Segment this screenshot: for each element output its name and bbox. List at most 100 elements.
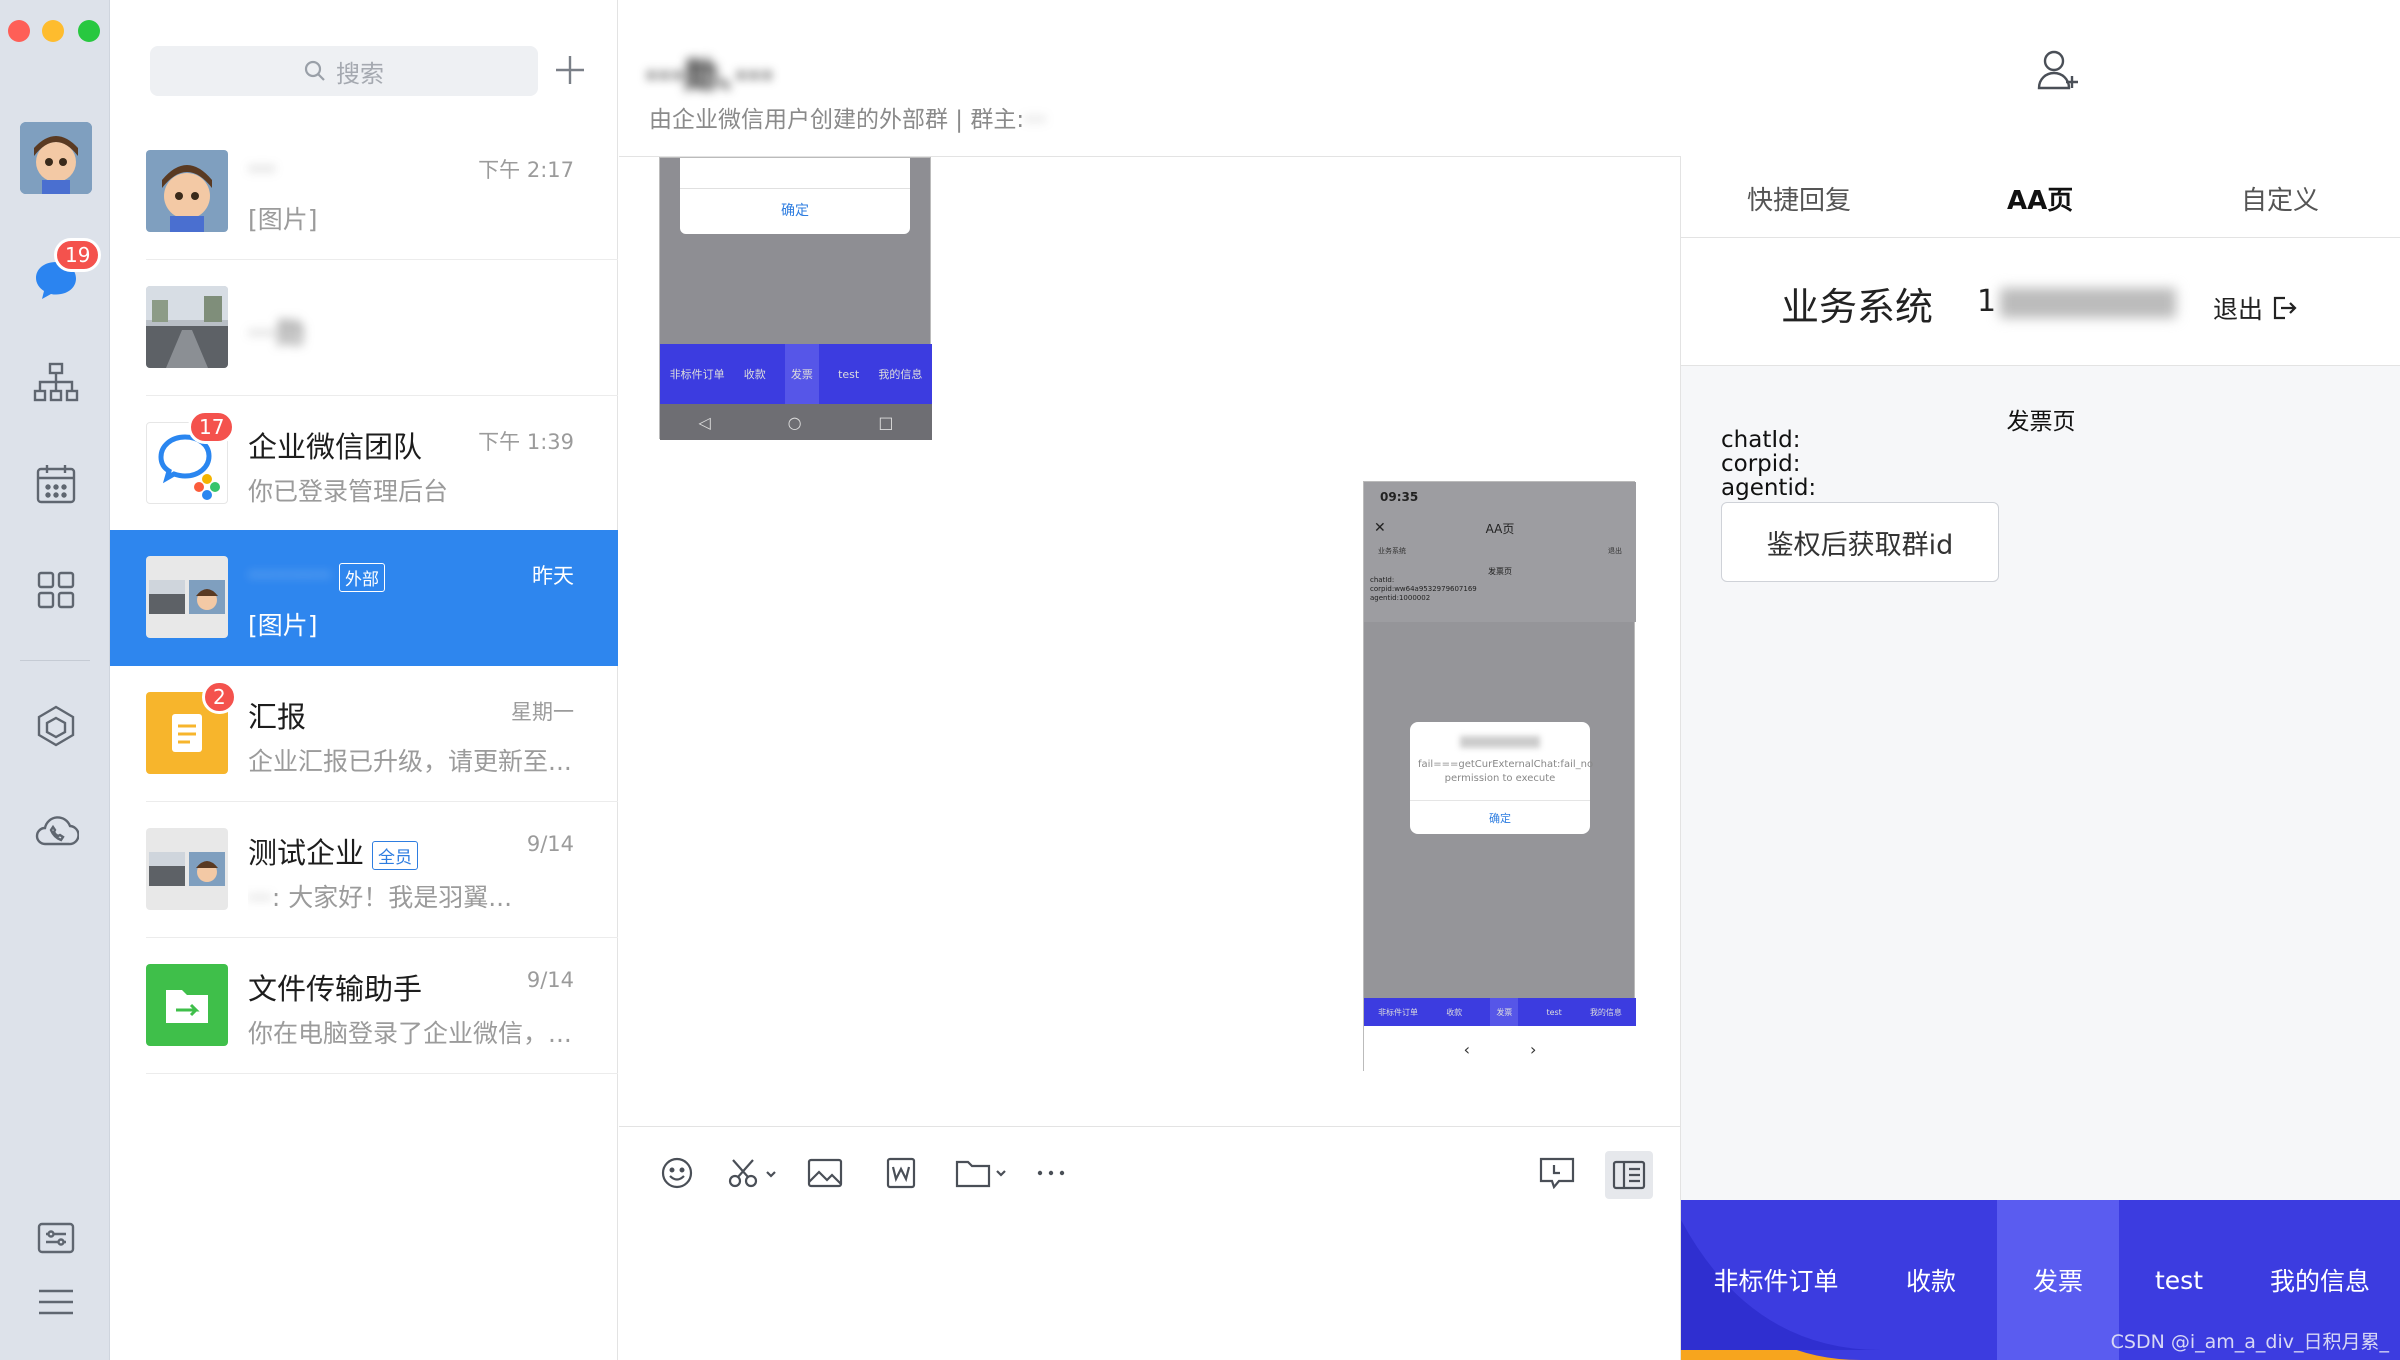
all-members-tag: 全员 [372, 840, 419, 870]
org-chart-icon[interactable] [32, 358, 80, 406]
dialog-box: 确定 [680, 158, 910, 234]
plus-icon [556, 56, 584, 84]
message-pane: 确定 非标件订单 收款 发票 test 我的信息 ◁ ○ □ 09:35 ✕ AA页 业务系… [619, 156, 1680, 1126]
browser-nav: ‹ › [1364, 1026, 1636, 1072]
search-icon [304, 60, 325, 81]
unread-badge: 2 [202, 680, 237, 714]
chat-history-button[interactable] [1535, 1151, 1579, 1195]
maximize-window-button[interactable] [78, 20, 100, 42]
system-name: 业务系统 [1781, 285, 1934, 329]
corpid-label: corpid: [1721, 451, 1801, 477]
apps-icon[interactable] [32, 566, 80, 614]
chat-row[interactable]: ···勋 [110, 260, 618, 396]
sidebar-icon [1612, 1160, 1646, 1190]
tab-aa-page[interactable]: AA页 [2007, 180, 2073, 217]
add-member-button[interactable] [2036, 48, 2080, 92]
chat-row[interactable]: ··· 下午 2:17 [图片] [110, 124, 618, 260]
panel-header: 业务系统 1 退出 [1681, 238, 2400, 366]
cloud-phone-icon[interactable] [32, 806, 80, 854]
folder-icon [955, 1160, 1006, 1188]
file-transfer-avatar [146, 964, 228, 1046]
left-rail: 19 [0, 0, 110, 1360]
rail-divider [20, 660, 90, 661]
chat-name: 汇报 [248, 700, 307, 734]
chat-name: 企业微信团队 [248, 430, 423, 464]
workbench-icon[interactable] [32, 702, 80, 750]
info-fields: chatId: corpid: agentid: [1721, 428, 1816, 500]
side-panel: 快捷回复 AA页 自定义 业务系统 1 退出 发票页 chatId: corpi… [1680, 156, 2400, 1360]
search-input[interactable]: 搜索 [150, 46, 538, 96]
chat-row-selected[interactable]: ········· 外部 昨天 [图片] [110, 530, 618, 666]
logout-icon [2273, 296, 2297, 320]
external-tag: 外部 [338, 562, 385, 592]
chat-time: 9/14 [526, 968, 574, 992]
chat-name: ···勋 [248, 316, 305, 350]
get-group-id-button[interactable]: 鉴权后获取群id [1721, 502, 1999, 582]
chat-row[interactable]: 测试企业 全员 9/14 ···: 大家好！我是羽翼... [110, 802, 618, 938]
more-icon [1037, 1170, 1065, 1176]
chatid-label: chatId: [1721, 427, 1801, 453]
image-message[interactable]: 确定 非标件订单 收款 发票 test 我的信息 ◁ ○ □ [659, 157, 932, 440]
chat-preview: 企业汇报已升级，请更新至... [248, 747, 572, 776]
profile-avatar[interactable] [20, 122, 92, 194]
menu-icon[interactable] [32, 1278, 80, 1326]
group-avatar [146, 556, 228, 638]
minimize-window-button[interactable] [42, 20, 64, 42]
emoji-button[interactable] [655, 1151, 699, 1195]
chat-time: 下午 2:17 [478, 158, 574, 182]
nav-item-invoice[interactable]: 发票 [1997, 1200, 2119, 1360]
screenshot-button[interactable] [725, 1151, 785, 1195]
nav-item-order[interactable]: 非标件订单 [1681, 1200, 1871, 1360]
chat-time: 下午 1:39 [478, 430, 574, 454]
phone-tabbar: 非标件订单 收款 发票 test 我的信息 [1364, 997, 1636, 1027]
close-window-button[interactable] [8, 20, 30, 42]
chat-row[interactable]: 文件传输助手 9/14 你在电脑登录了企业微信，... [110, 938, 618, 1074]
chat-preview: 你在电脑登录了企业微信，... [248, 1019, 572, 1048]
tab-custom[interactable]: 自定义 [2241, 180, 2319, 217]
chat-row[interactable]: 2 汇报 星期一 企业汇报已升级，请更新至... [110, 666, 618, 802]
chat-name: ··· [248, 152, 276, 186]
chat-name: 文件传输助手 [248, 972, 423, 1006]
avatar [146, 286, 228, 368]
dialog-confirm: 确定 [781, 203, 809, 219]
sidebar-toggle-button[interactable] [1605, 1151, 1653, 1199]
search-placeholder: 搜索 [336, 59, 384, 88]
settings-icon[interactable] [32, 1214, 80, 1262]
more-button[interactable] [1029, 1151, 1073, 1195]
chat-list: 搜索 ··· 下午 2:17 [图片] ···勋 17 企业微信团队 下午 1:… [110, 0, 618, 1360]
image-icon [807, 1158, 843, 1188]
input-toolbar [619, 1126, 1680, 1360]
chat-time: 昨天 [532, 564, 574, 588]
chat-time: 星期一 [511, 700, 574, 724]
nav-item-payment[interactable]: 收款 [1871, 1200, 1991, 1360]
chat-name: 测试企业 全员 [248, 830, 419, 872]
chat-preview: [图片] [248, 611, 318, 640]
image-button[interactable] [803, 1151, 847, 1195]
history-icon [1539, 1157, 1575, 1189]
chat-time: 9/14 [526, 832, 574, 856]
group-avatar [146, 828, 228, 910]
avatar [146, 150, 228, 232]
scissors-icon [728, 1159, 776, 1188]
document-button[interactable] [879, 1151, 923, 1195]
calendar-icon[interactable] [32, 460, 80, 508]
android-navbar: ◁ ○ □ [660, 404, 932, 440]
chat-preview: ···: 大家好！我是羽翼... [248, 883, 513, 912]
folder-button[interactable] [953, 1151, 1013, 1195]
bottom-nav: 非标件订单 收款 发票 test 我的信息 CSDN @i_am_a_div_日… [1681, 1200, 2400, 1360]
add-button[interactable] [554, 54, 586, 86]
chat-area: ···勋、··· 由企业微信用户创建的外部群 | 群主:··· 确定 非标件订单… [619, 0, 2078, 1360]
chat-subtitle: 由企业微信用户创建的外部群 | 群主:··· [649, 107, 1047, 133]
watermark: CSDN @i_am_a_div_日积月累_ [2110, 1331, 2389, 1353]
word-doc-icon [886, 1157, 916, 1189]
chat-unread-badge: 19 [54, 238, 102, 272]
tab-quick-reply[interactable]: 快捷回复 [1747, 180, 1851, 217]
emoji-icon [661, 1157, 693, 1189]
chat-icon[interactable]: 19 [32, 238, 102, 304]
image-message[interactable]: 09:35 ✕ AA页 业务系统 退出 发票页 chatId: corpid:ww… [1363, 481, 1636, 1072]
logout-button[interactable]: 退出 [2213, 290, 2297, 326]
chat-title: ···勋、··· [645, 56, 774, 96]
chat-name: ········· 外部 [248, 558, 385, 592]
chat-row[interactable]: 17 企业微信团队 下午 1:39 你已登录管理后台 [110, 396, 618, 532]
chat-preview: [图片] [248, 205, 318, 234]
